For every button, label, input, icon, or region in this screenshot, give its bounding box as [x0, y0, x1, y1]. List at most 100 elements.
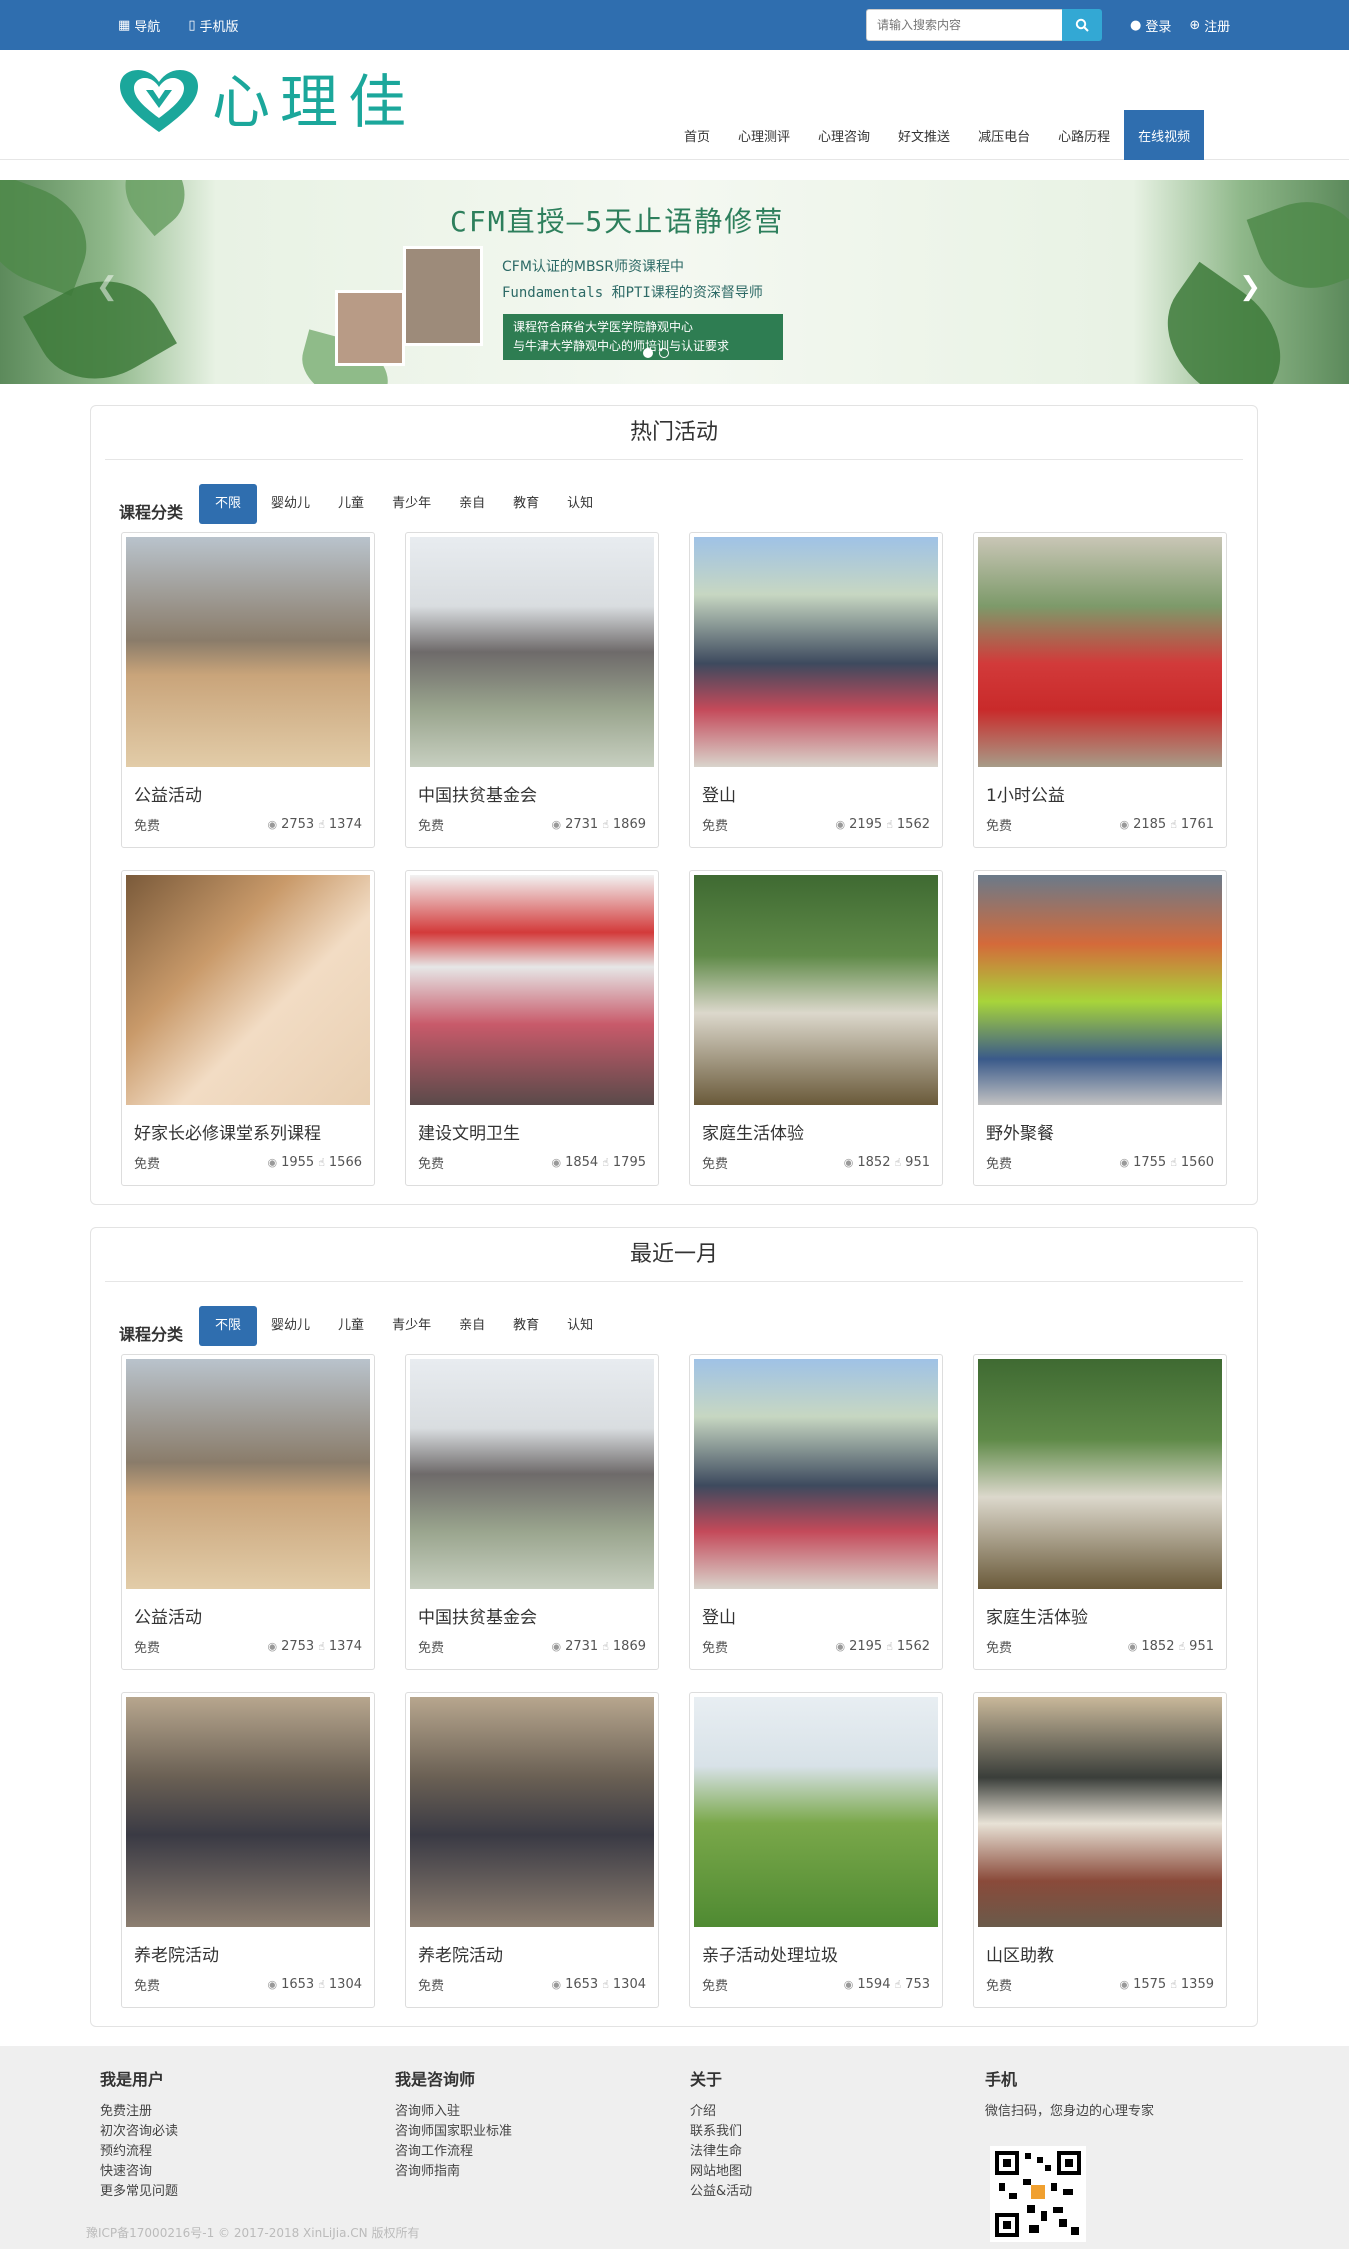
activity-image — [410, 537, 654, 767]
tab-infant[interactable]: 婴幼儿 — [257, 1306, 324, 1346]
footer-link[interactable]: 咨询师国家职业标准 — [395, 2122, 512, 2142]
tab-child[interactable]: 儿童 — [324, 484, 378, 524]
activity-card[interactable]: 养老院活动 免费 ◉ 1653 ☝ 1304 — [405, 1692, 659, 2008]
banner-title: CFM直授—5天止语静修营 — [450, 205, 785, 238]
tab-infant[interactable]: 婴幼儿 — [257, 484, 324, 524]
footer-link[interactable]: 咨询师入驻 — [395, 2102, 512, 2122]
search-button[interactable] — [1062, 9, 1102, 41]
activity-price: 免费 — [134, 1157, 161, 1172]
footer-col-about: 关于 介绍 联系我们 法律生命 网站地图 公益&活动 — [690, 2066, 752, 2202]
footer-link[interactable]: 网站地图 — [690, 2162, 752, 2182]
eye-icon: ◉ — [835, 818, 846, 831]
category-label: 课程分类 — [119, 1325, 184, 1344]
top-bar-left: ▦ 导航 ▯ 手机版 — [118, 0, 238, 50]
activity-image — [694, 875, 938, 1105]
carousel-prev-icon[interactable]: ❮ — [96, 272, 118, 302]
site-logo[interactable]: 心理佳 — [118, 68, 416, 136]
nav-link[interactable]: ▦ 导航 — [118, 16, 160, 35]
eye-icon: ◉ — [1119, 1156, 1130, 1169]
register-link[interactable]: ⊕ 注册 — [1189, 16, 1230, 35]
footer-link[interactable]: 初次咨询必读 — [100, 2122, 178, 2142]
activity-price: 免费 — [418, 1641, 445, 1656]
search-input[interactable] — [866, 9, 1062, 41]
activity-price: 免费 — [986, 1979, 1013, 1994]
activity-card[interactable]: 养老院活动 免费 ◉ 1653 ☝ 1304 — [121, 1692, 375, 2008]
like-count: 1374 — [328, 817, 362, 832]
activity-card[interactable]: 建设文明卫生 免费 ◉ 1854 ☝ 1795 — [405, 870, 659, 1186]
main-nav: 首页 心理测评 心理咨询 好文推送 减压电台 心路历程 在线视频 — [670, 110, 1205, 160]
activity-meta: 免费 ◉ 1852 ☝ 951 — [690, 1149, 942, 1172]
nav-articles[interactable]: 好文推送 — [884, 110, 964, 160]
nav-assessment[interactable]: 心理测评 — [724, 110, 804, 160]
banner-box-line-1: 课程符合麻省大学医学院静观中心 — [513, 320, 694, 334]
eye-icon: ◉ — [551, 1156, 562, 1169]
activity-price: 免费 — [418, 1979, 445, 1994]
activity-title: 养老院活动 — [418, 1946, 503, 1966]
activity-card[interactable]: 家庭生活体验 免费 ◉ 1852 ☝ 951 — [973, 1354, 1227, 1670]
footer-link[interactable]: 更多常见问题 — [100, 2182, 178, 2202]
login-link[interactable]: ● 登录 — [1130, 16, 1171, 35]
view-count: 1854 — [565, 1155, 599, 1170]
like-count: 1761 — [1180, 817, 1214, 832]
activity-card[interactable]: 登山 免费 ◉ 2195 ☝ 1562 — [689, 1354, 943, 1670]
tab-education[interactable]: 教育 — [499, 1306, 553, 1346]
activity-card[interactable]: 山区助教 免费 ◉ 1575 ☝ 1359 — [973, 1692, 1227, 2008]
activity-meta: 免费 ◉ 2195 ☝ 1562 — [690, 811, 942, 834]
activity-card[interactable]: 亲子活动处理垃圾 免费 ◉ 1594 ☝ 753 — [689, 1692, 943, 2008]
nav-journey[interactable]: 心路历程 — [1044, 110, 1124, 160]
activity-card[interactable]: 登山 免费 ◉ 2195 ☝ 1562 — [689, 532, 943, 848]
carousel-dot[interactable] — [659, 348, 669, 358]
carousel-dot[interactable] — [643, 348, 653, 358]
tab-child[interactable]: 儿童 — [324, 1306, 378, 1346]
tab-teen[interactable]: 青少年 — [378, 484, 445, 524]
eye-icon: ◉ — [843, 1156, 854, 1169]
view-count: 1653 — [565, 1977, 599, 1992]
footer-heading: 手机 — [985, 2070, 1018, 2089]
footer-link[interactable]: 预约流程 — [100, 2142, 178, 2162]
nav-home[interactable]: 首页 — [670, 110, 724, 160]
mobile-link[interactable]: ▯ 手机版 — [188, 16, 238, 35]
leaf-decoration — [0, 180, 103, 297]
tab-cognition[interactable]: 认知 — [553, 484, 607, 524]
activity-card[interactable]: 公益活动 免费 ◉ 2753 ☝ 1374 — [121, 1354, 375, 1670]
footer-link[interactable]: 咨询工作流程 — [395, 2142, 512, 2162]
leaf-decoration — [109, 180, 201, 237]
activity-card[interactable]: 好家长必修课堂系列课程 免费 ◉ 1955 ☝ 1566 — [121, 870, 375, 1186]
thumbs-up-icon: ☝ — [886, 1640, 893, 1653]
tab-all[interactable]: 不限 — [199, 1306, 258, 1346]
thumbs-up-icon: ☝ — [602, 818, 609, 831]
activity-card[interactable]: 野外聚餐 免费 ◉ 1755 ☝ 1560 — [973, 870, 1227, 1186]
tab-teen[interactable]: 青少年 — [378, 1306, 445, 1346]
footer-link[interactable]: 咨询师指南 — [395, 2162, 512, 2182]
thumbs-up-icon: ☝ — [318, 1156, 325, 1169]
carousel-next-icon[interactable]: ❯ — [1239, 272, 1261, 302]
tab-parent[interactable]: 亲自 — [445, 484, 499, 524]
footer-link[interactable]: 公益&活动 — [690, 2182, 752, 2202]
tab-education[interactable]: 教育 — [499, 484, 553, 524]
activity-card[interactable]: 公益活动 免费 ◉ 2753 ☝ 1374 — [121, 532, 375, 848]
nav-video[interactable]: 在线视频 — [1124, 110, 1205, 160]
activity-price: 免费 — [134, 1979, 161, 1994]
footer-link[interactable]: 快速咨询 — [100, 2162, 178, 2182]
tab-all[interactable]: 不限 — [199, 484, 258, 524]
nav-consulting[interactable]: 心理咨询 — [804, 110, 884, 160]
activity-card[interactable]: 家庭生活体验 免费 ◉ 1852 ☝ 951 — [689, 870, 943, 1186]
nav-radio[interactable]: 减压电台 — [964, 110, 1044, 160]
footer-link[interactable]: 联系我们 — [690, 2122, 752, 2142]
activity-meta: 免费 ◉ 2753 ☝ 1374 — [122, 1633, 374, 1656]
tab-parent[interactable]: 亲自 — [445, 1306, 499, 1346]
like-count: 1869 — [612, 1639, 646, 1654]
instructor-photo — [335, 290, 405, 366]
activity-card[interactable]: 1小时公益 免费 ◉ 2185 ☝ 1761 — [973, 532, 1227, 848]
activity-card[interactable]: 中国扶贫基金会 免费 ◉ 2731 ☝ 1869 — [405, 1354, 659, 1670]
tab-cognition[interactable]: 认知 — [553, 1306, 607, 1346]
activity-title: 建设文明卫生 — [418, 1124, 520, 1144]
activity-title: 登山 — [702, 1608, 736, 1628]
activity-card[interactable]: 中国扶贫基金会 免费 ◉ 2731 ☝ 1869 — [405, 532, 659, 848]
footer-link[interactable]: 法律生命 — [690, 2142, 752, 2162]
footer-link[interactable]: 介绍 — [690, 2102, 752, 2122]
activity-title: 亲子活动处理垃圾 — [702, 1946, 838, 1966]
activity-price: 免费 — [702, 819, 729, 834]
hero-carousel[interactable]: CFM直授—5天止语静修营 CFM认证的MBSR师资课程中 Fundamenta… — [0, 180, 1349, 384]
footer-link[interactable]: 免费注册 — [100, 2102, 178, 2122]
